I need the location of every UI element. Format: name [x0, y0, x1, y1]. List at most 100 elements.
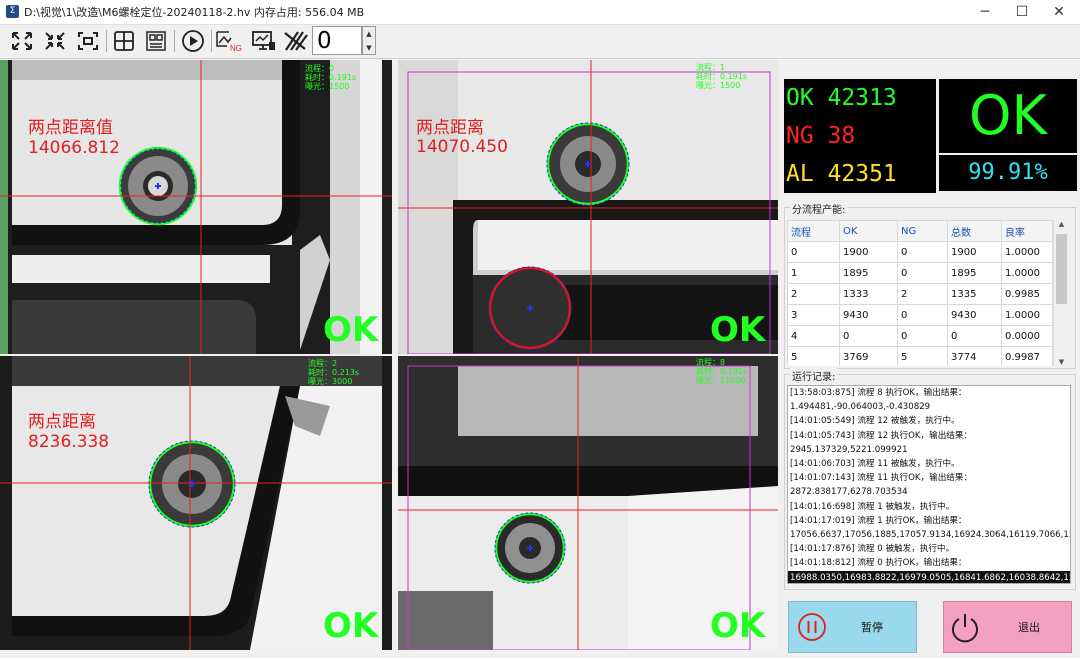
close-button[interactable]: ✕: [1040, 0, 1078, 24]
result-ok-2: OK: [710, 310, 766, 350]
log-line: 17056.6637,17056.1885,17057.9134,16924.3…: [790, 530, 1071, 541]
minimize-button[interactable]: ─: [966, 0, 1004, 24]
pause-icon: [798, 613, 826, 641]
toolbar: NG 0 ▲ ▼: [0, 25, 1080, 59]
cell: 0: [897, 304, 948, 326]
table-row[interactable]: 5 3769 5 3774 0.9987: [787, 346, 1053, 366]
col-header[interactable]: 总数: [947, 220, 1002, 242]
table-row[interactable]: 2 1333 2 1335 0.9985: [787, 283, 1053, 305]
col-header[interactable]: NG: [897, 220, 948, 242]
layout-icon[interactable]: [142, 28, 170, 54]
cell: 4: [787, 325, 840, 347]
info-line: 曝光：1500: [305, 82, 350, 91]
info-line: 流程：8: [696, 358, 726, 367]
cell: 1900: [839, 241, 898, 263]
info-line: 流程：1: [696, 63, 726, 72]
cell: 3769: [839, 346, 898, 366]
measure-value-1: 14066.812: [28, 138, 120, 158]
cell: 0: [787, 241, 840, 263]
cell: 5: [787, 346, 840, 366]
cell: 3: [787, 304, 840, 326]
flow-table-container: 流程 OK NG 总数 良率 0 1900 0 1900 1.0000 1 1895 0 18…: [787, 220, 1053, 366]
toolbar-separator: [174, 30, 175, 52]
maximize-button[interactable]: ☐: [1003, 0, 1041, 24]
ng-count: NG 38: [784, 117, 936, 155]
power-icon: [952, 614, 978, 643]
measure-label-3: 两点距离: [28, 412, 96, 432]
info-line: 曝光：3000: [308, 377, 353, 386]
cell: 9430: [947, 304, 1002, 326]
table-row[interactable]: 1 1895 0 1895 1.0000: [787, 262, 1053, 284]
info-line: 耗时：0.191s: [696, 72, 748, 81]
title-bar: Σ D:\视觉\1\改造\M6螺栓定位-20240118-2.hv 内存占用: …: [0, 0, 1080, 25]
table-row[interactable]: 3 9430 0 9430 1.0000: [787, 304, 1053, 326]
exit-button[interactable]: 退出: [943, 601, 1072, 653]
run-icon[interactable]: [179, 28, 207, 54]
pause-button[interactable]: 暂停: [788, 601, 917, 653]
cell: 3774: [947, 346, 1002, 366]
col-header[interactable]: 良率: [1001, 220, 1053, 242]
table-header-row: 流程 OK NG 总数 良率: [787, 220, 1053, 242]
toolbar-separator: [211, 30, 212, 52]
table-row[interactable]: 0 1900 0 1900 1.0000: [787, 241, 1053, 263]
camera-view-2[interactable]: 两点距离 14070.450 流程：1 耗时：0.191s 曝光：1500 OK: [398, 60, 778, 354]
col-header[interactable]: 流程: [787, 220, 840, 242]
run-log[interactable]: [13:58:03:875] 流程 8 执行OK，输出结果： 1.494481,…: [787, 385, 1071, 584]
ng-image-icon[interactable]: NG: [215, 28, 243, 54]
all-count: AL 42351: [784, 155, 936, 193]
cell: 0: [897, 262, 948, 284]
camera-info-2: 流程：1 耗时：0.191s 曝光：1500: [696, 63, 747, 90]
cell: 2: [897, 283, 948, 305]
camera-view-3[interactable]: 两点距离 8236.338 流程：2 耗时：0.213s 曝光：3000 OK: [0, 356, 392, 650]
log-line: 1.494481,-90.064003,-0.430829: [790, 402, 931, 413]
camera-view-1[interactable]: 两点距离值 14066.812 流程：0 耗时：0.191s 曝光：1500 O…: [0, 60, 392, 354]
col-header[interactable]: OK: [839, 220, 898, 242]
flow-table: 流程 OK NG 总数 良率 0 1900 0 1900 1.0000 1 1895 0 18…: [787, 220, 1053, 366]
table-row[interactable]: 4 0 0 0 0.0000: [787, 325, 1053, 347]
info-line: 耗时：0.191s: [305, 73, 357, 82]
fit-window-icon[interactable]: [8, 28, 36, 54]
overall-status: OK: [939, 79, 1077, 153]
log-line: [14:01:16:698] 流程 1 被触发，执行中。: [790, 501, 955, 512]
log-line: [13:58:03:875] 流程 8 执行OK，输出结果：: [790, 388, 967, 398]
cell: 0: [897, 241, 948, 263]
log-line: [14:01:07:143] 流程 11 执行OK，输出结果：: [790, 473, 973, 484]
scroll-up-icon[interactable]: ▲: [1054, 220, 1069, 232]
log-line: [14:01:05:743] 流程 12 执行OK，输出结果：: [790, 430, 973, 441]
counter-spinbox[interactable]: 0: [312, 26, 362, 55]
ok-count: OK 42313: [784, 79, 936, 117]
table-scrollbar[interactable]: ▲ ▼: [1053, 220, 1069, 366]
cell: 1895: [839, 262, 898, 284]
fullscreen-icon[interactable]: [74, 28, 102, 54]
spin-down-icon[interactable]: ▼: [363, 41, 375, 55]
camera-view-4[interactable]: 流程：8 耗时：0.191s 曝光：21000 OK: [398, 356, 778, 650]
spinbox-buttons[interactable]: ▲ ▼: [362, 26, 376, 55]
result-ok-4: OK: [710, 606, 766, 646]
exit-label: 退出: [1018, 621, 1040, 634]
monitor-icon[interactable]: [250, 28, 278, 54]
log-line: 2872.838177,6278.703534: [790, 487, 908, 498]
info-line: 耗时：0.191s: [696, 367, 748, 376]
toolbar-separator: [106, 30, 107, 52]
cell: 1895: [947, 262, 1002, 284]
cell: 0.9985: [1001, 283, 1053, 305]
info-line: 曝光：21000: [696, 376, 746, 385]
cell: 1333: [839, 283, 898, 305]
log-line: [14:01:18:812] 流程 0 执行OK，输出结果：: [790, 558, 967, 569]
info-line: 流程：2: [308, 359, 338, 368]
clear-icon[interactable]: [282, 28, 310, 54]
spin-up-icon[interactable]: ▲: [363, 27, 375, 41]
camera-info-3: 流程：2 耗时：0.213s 曝光：3000: [308, 359, 359, 386]
shrink-window-icon[interactable]: [41, 28, 69, 54]
window-title: D:\视觉\1\改造\M6螺栓定位-20240118-2.hv 内存占用: 55…: [24, 6, 365, 19]
cell: 5: [897, 346, 948, 366]
cell: 1.0000: [1001, 262, 1053, 284]
cell: 2: [787, 283, 840, 305]
flow-table-title: 分流程产能:: [790, 201, 848, 216]
crosshair-grid-icon[interactable]: [110, 28, 138, 54]
log-line: [14:01:17:876] 流程 0 被触发，执行中。: [790, 544, 955, 555]
result-ok-1: OK: [323, 310, 379, 350]
scroll-down-icon[interactable]: ▼: [1054, 358, 1069, 366]
scroll-thumb[interactable]: [1056, 234, 1067, 304]
camera-info-4: 流程：8 耗时：0.191s 曝光：21000: [696, 358, 747, 385]
